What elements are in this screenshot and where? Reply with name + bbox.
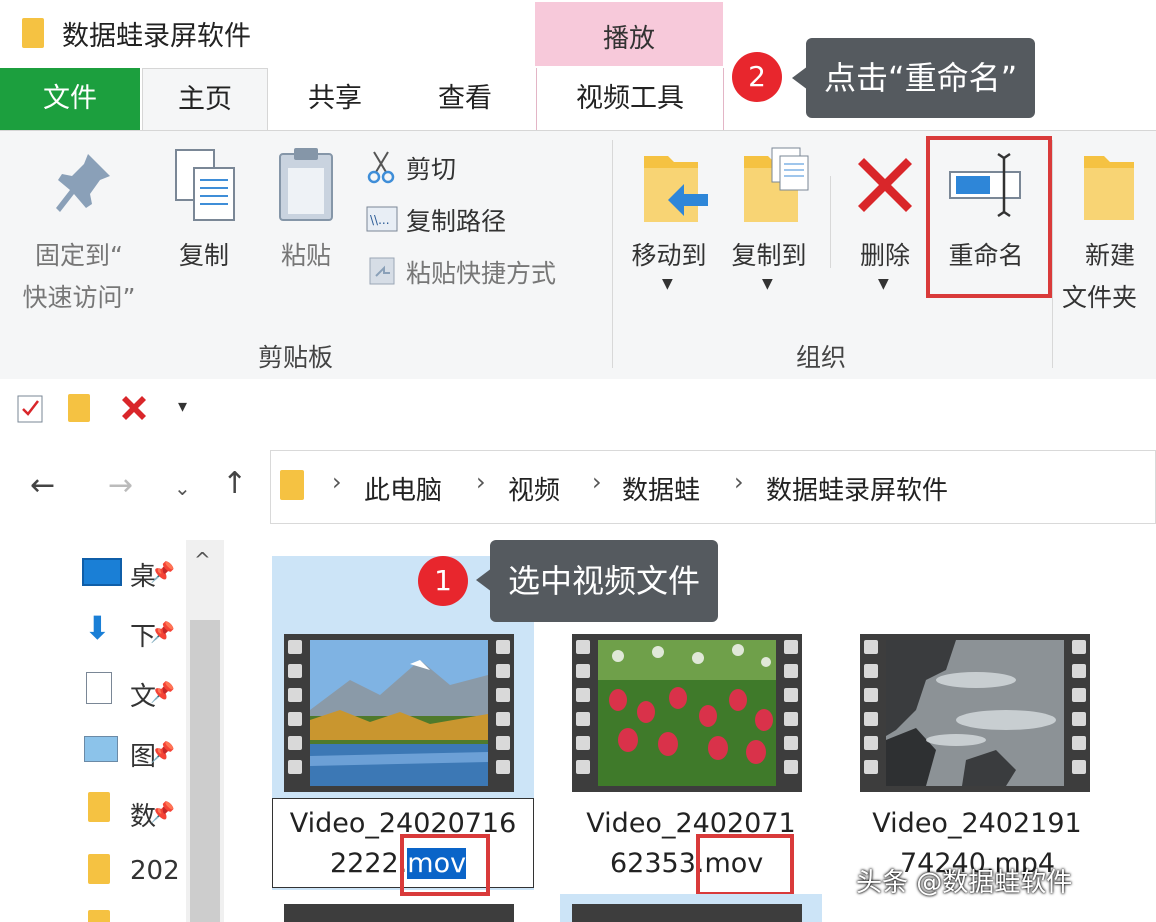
document-icon: [86, 672, 112, 704]
pictures-icon: [84, 736, 118, 762]
pin-icon: 📌: [150, 800, 175, 824]
cut-button[interactable]: 剪切: [406, 150, 456, 186]
organize-divider: [830, 176, 831, 268]
organize-group-label: 组织: [796, 343, 847, 372]
delete-x-icon: [858, 158, 912, 212]
tab-home[interactable]: 主页: [142, 68, 268, 132]
rename-highlight-box: [926, 136, 1052, 298]
scissors-icon: [367, 151, 395, 184]
folder-icon: [88, 792, 110, 822]
step2-badge: 2: [732, 52, 782, 102]
pin-icon: 📌: [150, 740, 175, 764]
group-divider: [612, 140, 613, 368]
pin-icon: 📌: [150, 680, 175, 704]
copy-path-icon: \\...: [366, 206, 398, 232]
step2-callout: 点击“重命名”: [806, 38, 1036, 118]
video-thumbnail-3[interactable]: [860, 634, 1090, 792]
paste-shortcut-icon: [369, 257, 395, 285]
quick-access-toolbar: [0, 379, 1156, 439]
scroll-up-icon[interactable]: ^: [194, 548, 211, 572]
address-folder-icon: [280, 470, 304, 500]
file-1-basename-end: 2222.: [330, 848, 408, 879]
video-thumbnail-5[interactable]: [572, 904, 802, 922]
window-title: 数据蛙录屏软件: [62, 21, 251, 52]
folder-icon: [88, 910, 110, 922]
breadcrumb-this-pc[interactable]: 此电脑: [364, 470, 442, 507]
delete-button[interactable]: 删除: [846, 236, 924, 272]
move-to-button[interactable]: 移动到: [620, 236, 718, 272]
nav-item-2024[interactable]: 202: [130, 856, 180, 886]
context-tab-label: 播放: [602, 24, 655, 54]
chevron-right-icon: ›: [734, 468, 744, 496]
pin-label-1[interactable]: 固定到“: [14, 236, 144, 272]
mountain-lake-thumbnail: [310, 640, 488, 786]
tab-video-tools[interactable]: 视频工具: [536, 68, 724, 130]
watermark: 头条 @数据蛙软件: [856, 868, 1073, 898]
breadcrumb-videos[interactable]: 视频: [508, 470, 560, 507]
step1-badge: 1: [418, 556, 468, 606]
new-folder-label-1[interactable]: 新建: [1068, 236, 1152, 272]
paste-button[interactable]: 粘贴: [264, 236, 348, 272]
tulip-field-thumbnail: [598, 640, 776, 786]
download-arrow-icon: ⬇: [84, 609, 111, 647]
breadcrumb-shujuwa[interactable]: 数据蛙: [622, 470, 700, 507]
rocky-sea-thumbnail: [886, 640, 1064, 786]
video-thumbnail-2[interactable]: [572, 634, 802, 792]
desktop-icon: [82, 558, 122, 586]
new-folder-qat-icon[interactable]: [68, 394, 90, 422]
paste-shortcut-button[interactable]: 粘贴快捷方式: [406, 254, 556, 290]
properties-check-icon[interactable]: [16, 392, 46, 424]
paste-icon: [279, 148, 333, 221]
breadcrumb-recorder[interactable]: 数据蛙录屏软件: [766, 470, 948, 507]
tab-share[interactable]: 共享: [270, 68, 400, 130]
clipboard-group-label: 剪贴板: [258, 343, 334, 372]
up-arrow-icon[interactable]: ↑: [222, 466, 247, 501]
video-thumbnail-4[interactable]: [284, 904, 514, 922]
navigation-pane: 桌 📌 ⬇ 下 📌 文 📌 图 📌 数 📌 202: [80, 552, 186, 922]
qat-dropdown-icon[interactable]: ▾: [178, 396, 187, 417]
group-divider: [1052, 140, 1053, 368]
back-arrow-icon[interactable]: ←: [30, 468, 55, 503]
chevron-down-icon: ▼: [878, 276, 889, 292]
pin-label-2[interactable]: 快速访问”: [6, 278, 152, 314]
extension-highlight-box-2: [696, 834, 794, 896]
tab-view[interactable]: 查看: [400, 68, 530, 130]
new-folder-label-2[interactable]: 文件夹: [1062, 278, 1156, 314]
chevron-right-icon: ›: [476, 468, 486, 496]
recent-chevron-icon[interactable]: ⌄: [174, 476, 191, 500]
copy-button[interactable]: 复制: [162, 236, 246, 272]
folder-icon: [88, 854, 110, 884]
pin-icon: 📌: [150, 620, 175, 644]
pin-icon: [56, 154, 110, 212]
step1-callout: 选中视频文件: [490, 540, 719, 622]
delete-qat-icon[interactable]: [118, 392, 150, 424]
video-thumbnail-1[interactable]: [284, 634, 514, 792]
new-folder-icon: [1084, 156, 1134, 220]
chevron-right-icon: ›: [332, 468, 342, 496]
file-2-basename-end: 62353: [610, 848, 696, 879]
scrollbar-thumb[interactable]: [190, 620, 220, 922]
chevron-down-icon: ▼: [662, 276, 673, 292]
file-3-name-line1[interactable]: Video_2402191: [846, 804, 1108, 844]
chevron-down-icon: ▼: [762, 276, 773, 292]
copy-to-icon: [744, 147, 809, 222]
pin-icon: 📌: [150, 560, 175, 584]
tab-file[interactable]: 文件: [0, 68, 140, 130]
chevron-right-icon: ›: [592, 468, 602, 496]
copy-path-button[interactable]: 复制路径: [406, 202, 506, 238]
copy-to-button[interactable]: 复制到: [720, 236, 818, 272]
copy-icon: [175, 149, 235, 221]
move-to-icon: [644, 156, 708, 222]
extension-highlight-box-1: [400, 834, 490, 896]
svg-text:\\...: \\...: [370, 213, 390, 227]
forward-arrow-icon[interactable]: →: [108, 468, 133, 503]
folder-icon: [22, 18, 44, 48]
